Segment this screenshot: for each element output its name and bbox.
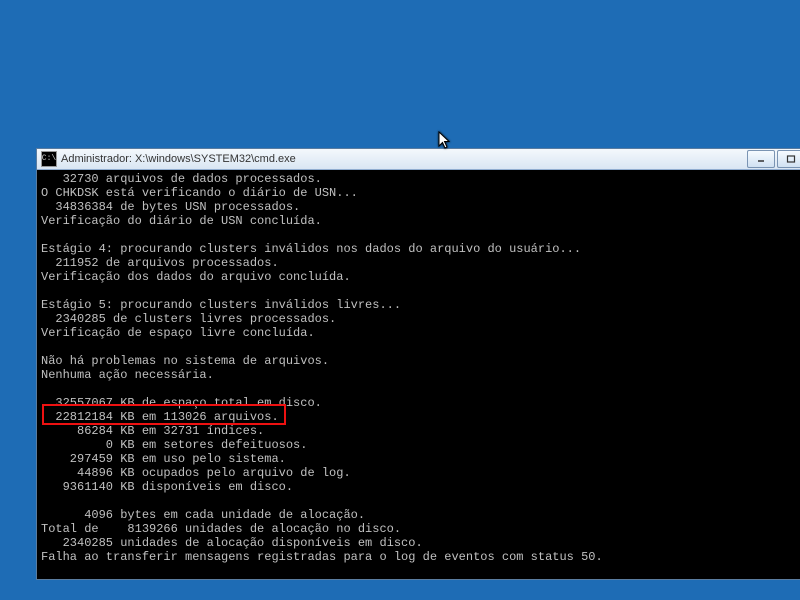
desktop: C:\ Administrador: X:\windows\SYSTEM32\c… <box>0 0 800 600</box>
maximize-button[interactable] <box>777 150 800 168</box>
window-controls <box>747 150 800 168</box>
titlebar[interactable]: C:\ Administrador: X:\windows\SYSTEM32\c… <box>37 149 800 170</box>
terminal-output[interactable]: 32730 arquivos de dados processados. O C… <box>37 170 800 579</box>
cmd-icon: C:\ <box>41 151 57 167</box>
cmd-window: C:\ Administrador: X:\windows\SYSTEM32\c… <box>36 148 800 580</box>
minimize-button[interactable] <box>747 150 775 168</box>
window-title: Administrador: X:\windows\SYSTEM32\cmd.e… <box>61 153 296 165</box>
